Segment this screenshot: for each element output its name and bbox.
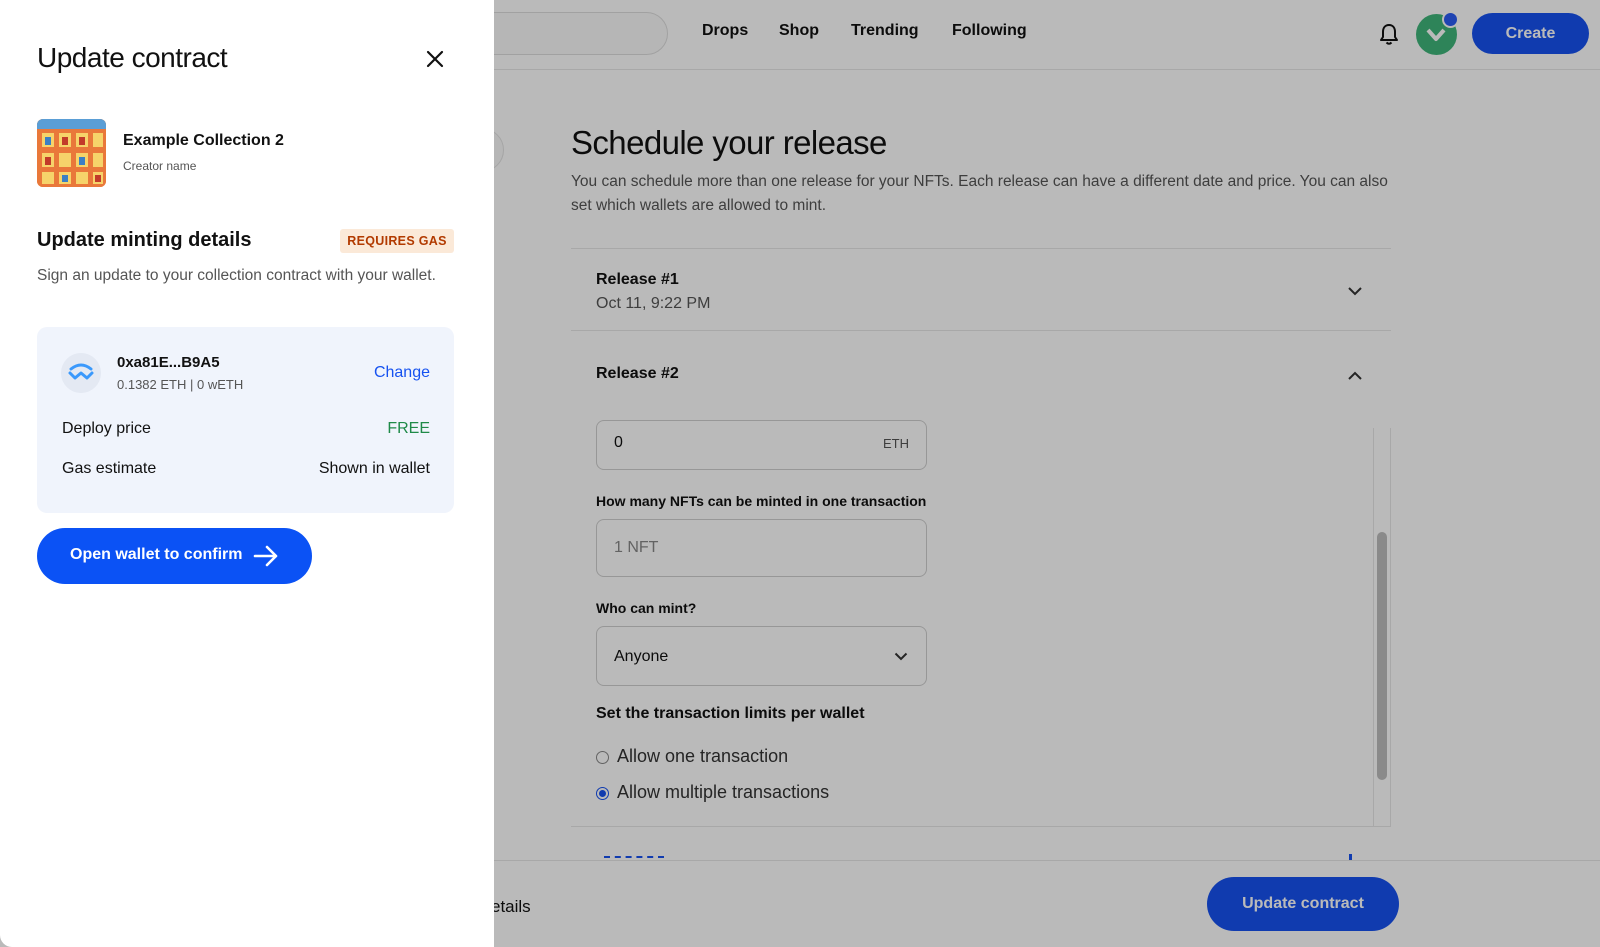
- drawer-title: Update contract: [37, 42, 228, 73]
- deploy-price-row: Deploy price FREE: [62, 420, 430, 438]
- wallet-balance: 0.1382 ETH | 0 wETH: [117, 377, 244, 392]
- walletconnect-icon: [61, 353, 101, 393]
- requires-gas-badge: REQUIRES GAS: [340, 229, 454, 253]
- gas-estimate-value: Shown in wallet: [318, 460, 430, 477]
- wallet-card: 0xa81E...B9A5 0.1382 ETH | 0 wETH Change…: [37, 327, 454, 513]
- gas-estimate-row: Gas estimate Shown in wallet: [62, 460, 430, 478]
- open-wallet-button[interactable]: Open wallet to confirm: [37, 528, 312, 584]
- close-icon[interactable]: [424, 48, 446, 70]
- section-description: Sign an update to your collection contra…: [37, 267, 436, 284]
- deploy-price-label: Deploy price: [62, 420, 151, 437]
- collection-name: Example Collection 2: [123, 132, 284, 149]
- wallet-address: 0xa81E...B9A5: [117, 354, 220, 371]
- collection-creator: Creator name: [123, 159, 197, 173]
- arrow-right-icon: [253, 545, 278, 567]
- gas-estimate-label: Gas estimate: [62, 460, 157, 477]
- collection-thumbnail: [37, 119, 106, 187]
- update-contract-drawer: Update contract Example Collection 2 Cre…: [0, 0, 494, 947]
- deploy-price-value: FREE: [387, 420, 430, 437]
- open-wallet-label: Open wallet to confirm: [70, 546, 243, 563]
- change-wallet-link[interactable]: Change: [374, 364, 430, 382]
- app-root: Drops Shop Trending Following Create Sch…: [0, 0, 1600, 947]
- section-title: Update minting details: [37, 229, 252, 251]
